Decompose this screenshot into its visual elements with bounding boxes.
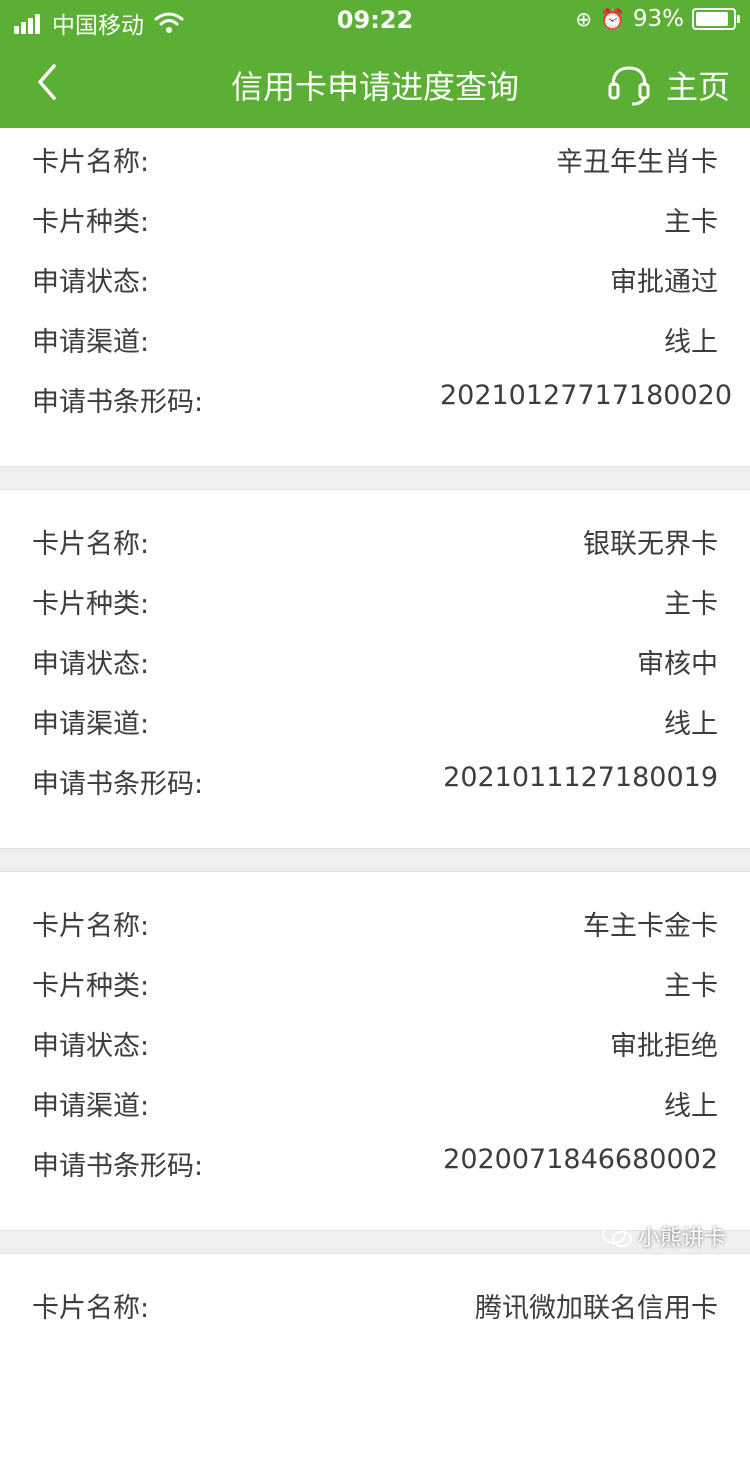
barcode-label: 申请书条形码:: [32, 1151, 204, 1182]
status-value: 审批拒绝: [610, 1031, 718, 1062]
card-name-value: 腾讯微加联名信用卡: [475, 1293, 718, 1324]
channel-row: 申请渠道: 线上: [0, 312, 750, 372]
card-name-label: 卡片名称:: [32, 147, 150, 178]
headset-icon[interactable]: [606, 62, 652, 108]
barcode-label: 申请书条形码:: [32, 769, 204, 800]
channel-label: 申请渠道:: [32, 327, 150, 358]
barcode-value: 2020071846680002: [443, 1144, 718, 1175]
channel-label: 申请渠道:: [32, 1091, 150, 1122]
watermark: 小熊讲卡: [601, 1220, 726, 1252]
channel-row: 申请渠道: 线上: [0, 694, 750, 754]
application-card: 卡片名称: 腾讯微加联名信用卡: [0, 1254, 750, 1478]
card-name-value: 银联无界卡: [583, 529, 718, 560]
card-type-value: 主卡: [664, 971, 718, 1002]
battery-percent: 93%: [632, 6, 684, 32]
card-name-label: 卡片名称:: [32, 1293, 150, 1324]
channel-label: 申请渠道:: [32, 709, 150, 740]
card-divider: [0, 466, 750, 490]
status-label: 申请状态:: [32, 267, 150, 298]
status-value: 审核中: [637, 649, 718, 680]
channel-value: 线上: [664, 709, 718, 740]
application-card: 卡片名称: 辛丑年生肖卡 卡片种类: 主卡 申请状态: 审批通过 申请渠道: 线…: [0, 128, 750, 466]
application-list: 卡片名称: 辛丑年生肖卡 卡片种类: 主卡 申请状态: 审批通过 申请渠道: 线…: [0, 128, 750, 1478]
barcode-row: 申请书条形码: 2021012771718002​0: [0, 372, 750, 432]
application-card: 卡片名称: 银联无界卡 卡片种类: 主卡 申请状态: 审核中 申请渠道: 线上 …: [0, 490, 750, 848]
card-type-row: 卡片种类: 主卡: [0, 192, 750, 252]
status-row: 申请状态: 审核中: [0, 634, 750, 694]
status-label: 申请状态:: [32, 649, 150, 680]
rotation-lock-icon: ⊕: [575, 7, 592, 31]
card-name-row: 卡片名称: 腾讯微加联名信用卡: [0, 1278, 750, 1338]
card-name-value: 车主卡金卡: [583, 911, 718, 942]
home-button[interactable]: 主页: [666, 62, 730, 108]
card-type-row: 卡片种类: 主卡: [0, 574, 750, 634]
alarm-icon: ⏰: [599, 7, 625, 31]
card-name-value: 辛丑年生肖卡: [556, 147, 718, 178]
chat-bubble-icon: [601, 1224, 632, 1247]
card-type-label: 卡片种类:: [32, 589, 150, 620]
card-name-row: 卡片名称: 银联无界卡: [0, 514, 750, 574]
status-bar: 中国移动 09:22 ⊕ ⏰ 93%: [0, 0, 750, 40]
card-type-value: 主卡: [664, 589, 718, 620]
card-type-row: 卡片种类: 主卡: [0, 956, 750, 1016]
card-name-row: 卡片名称: 辛丑年生肖卡: [0, 132, 750, 192]
barcode-row: 申请书条形码: 2020071846680002: [0, 1136, 750, 1196]
status-row: 申请状态: 审批拒绝: [0, 1016, 750, 1076]
card-type-label: 卡片种类:: [32, 207, 150, 238]
status-label: 申请状态:: [32, 1031, 150, 1062]
channel-value: 线上: [664, 327, 718, 358]
card-name-label: 卡片名称:: [32, 529, 150, 560]
battery-icon: [692, 8, 740, 30]
card-name-label: 卡片名称:: [32, 911, 150, 942]
barcode-value: 2021011127180019: [443, 762, 718, 793]
barcode-value: 2021012771718002​0: [439, 380, 732, 411]
card-type-label: 卡片种类:: [32, 971, 150, 1002]
application-card: 卡片名称: 车主卡金卡 卡片种类: 主卡 申请状态: 审批拒绝 申请渠道: 线上…: [0, 872, 750, 1230]
card-type-value: 主卡: [664, 207, 718, 238]
status-row: 申请状态: 审批通过: [0, 252, 750, 312]
status-value: 审批通过: [610, 267, 718, 298]
watermark-text: 小熊讲卡: [637, 1226, 726, 1251]
barcode-row: 申请书条形码: 2021011127180019: [0, 754, 750, 814]
channel-row: 申请渠道: 线上: [0, 1076, 750, 1136]
top-bar: 中国移动 09:22 ⊕ ⏰ 93% 信用卡申请进度查询 主页: [0, 0, 750, 128]
channel-value: 线上: [664, 1091, 718, 1122]
navigation-bar: 信用卡申请进度查询 主页: [0, 40, 750, 128]
card-name-row: 卡片名称: 车主卡金卡: [0, 896, 750, 956]
barcode-label: 申请书条形码:: [32, 387, 204, 418]
card-divider: [0, 848, 750, 872]
